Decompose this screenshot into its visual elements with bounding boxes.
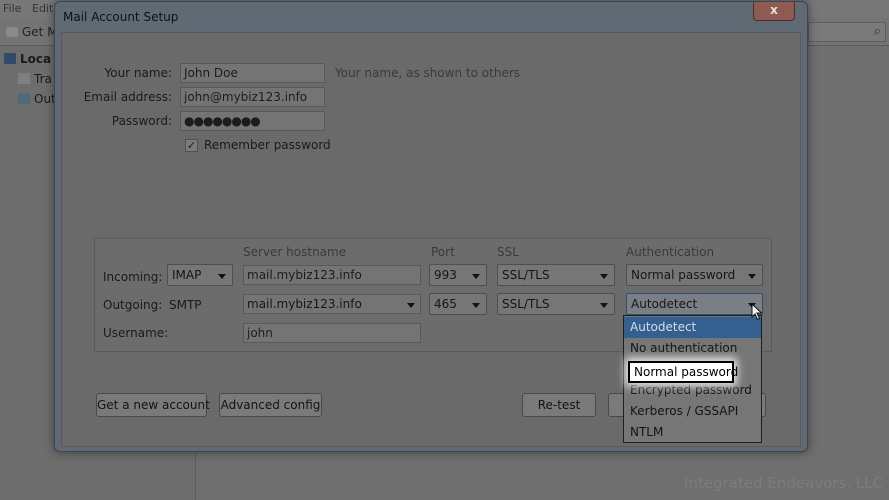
auth-option-no-authentication[interactable]: No authentication bbox=[624, 338, 761, 359]
menu-file[interactable]: File bbox=[3, 2, 21, 15]
advanced-config-button[interactable]: Advanced config bbox=[219, 393, 322, 417]
folder-local[interactable]: Loca bbox=[4, 52, 51, 66]
outgoing-port-select[interactable]: 465 bbox=[429, 293, 487, 315]
trash-icon bbox=[18, 73, 30, 84]
watermark: Integrated Endeavors, LLC bbox=[683, 474, 883, 492]
incoming-auth-select[interactable]: Normal password bbox=[626, 264, 763, 286]
outgoing-hostname-combo[interactable]: mail.mybiz123.info bbox=[243, 294, 421, 314]
dialog-title: Mail Account Setup bbox=[63, 10, 179, 24]
chevron-down-icon bbox=[600, 303, 608, 308]
outbox-icon bbox=[18, 93, 30, 104]
email-label: Email address: bbox=[83, 90, 172, 104]
incoming-hostname-input[interactable]: mail.mybiz123.info bbox=[243, 265, 421, 285]
name-label: Your name: bbox=[104, 66, 172, 80]
close-button[interactable]: x bbox=[753, 2, 795, 21]
computer-icon bbox=[4, 53, 16, 64]
incoming-label: Incoming: bbox=[103, 270, 163, 284]
header-authentication: Authentication bbox=[626, 245, 715, 259]
outgoing-ssl-select[interactable]: SSL/TLS bbox=[497, 293, 615, 315]
search-icon: ⌕ bbox=[873, 24, 881, 39]
chevron-down-icon bbox=[472, 303, 480, 308]
header-port: Port bbox=[431, 245, 455, 259]
close-icon: x bbox=[770, 3, 778, 17]
outgoing-label: Outgoing: bbox=[103, 298, 163, 312]
email-input[interactable]: john@mybiz123.info bbox=[180, 87, 325, 107]
incoming-protocol-select[interactable]: IMAP bbox=[167, 264, 233, 286]
auth-option-encrypted-password[interactable]: Encrypted password bbox=[624, 380, 761, 401]
folder-outbox[interactable]: Out bbox=[18, 92, 56, 106]
password-input[interactable]: ●●●●●●●● bbox=[180, 111, 325, 131]
name-hint: Your name, as shown to others bbox=[335, 66, 521, 80]
incoming-port-select[interactable]: 993 bbox=[429, 264, 487, 286]
menu-edit[interactable]: Edit bbox=[32, 2, 53, 15]
chevron-down-icon bbox=[600, 274, 608, 279]
header-ssl: SSL bbox=[497, 245, 519, 259]
auth-option-kerberos[interactable]: Kerberos / GSSAPI bbox=[624, 401, 761, 422]
auth-option-autodetect[interactable]: Autodetect bbox=[624, 317, 761, 338]
remember-password-checkbox[interactable]: ✓ bbox=[185, 139, 198, 152]
get-mail-icon bbox=[6, 27, 18, 37]
get-mail-button[interactable]: Get M bbox=[6, 25, 58, 39]
incoming-ssl-select[interactable]: SSL/TLS bbox=[497, 264, 615, 286]
remember-password-label: Remember password bbox=[204, 138, 331, 152]
chevron-down-icon bbox=[472, 274, 480, 279]
folder-trash[interactable]: Tra bbox=[18, 72, 52, 86]
search-box[interactable]: ⌕ bbox=[808, 22, 886, 42]
password-label: Password: bbox=[111, 114, 172, 128]
username-input[interactable]: john bbox=[243, 323, 421, 343]
auth-option-normal-password[interactable]: Normal password bbox=[628, 361, 738, 383]
auth-option-ntlm[interactable]: NTLM bbox=[624, 422, 761, 443]
chevron-down-icon bbox=[407, 303, 415, 308]
username-label: Username: bbox=[103, 326, 169, 340]
get-new-account-button[interactable]: Get a new account bbox=[96, 393, 210, 417]
name-input[interactable]: John Doe bbox=[180, 63, 325, 83]
chevron-down-icon bbox=[218, 274, 226, 279]
outgoing-auth-select[interactable]: Autodetect bbox=[626, 293, 763, 315]
chevron-down-icon bbox=[748, 274, 756, 279]
header-server-hostname: Server hostname bbox=[243, 245, 347, 259]
retest-button[interactable]: Re-test bbox=[522, 393, 596, 417]
outgoing-protocol: SMTP bbox=[169, 298, 202, 312]
